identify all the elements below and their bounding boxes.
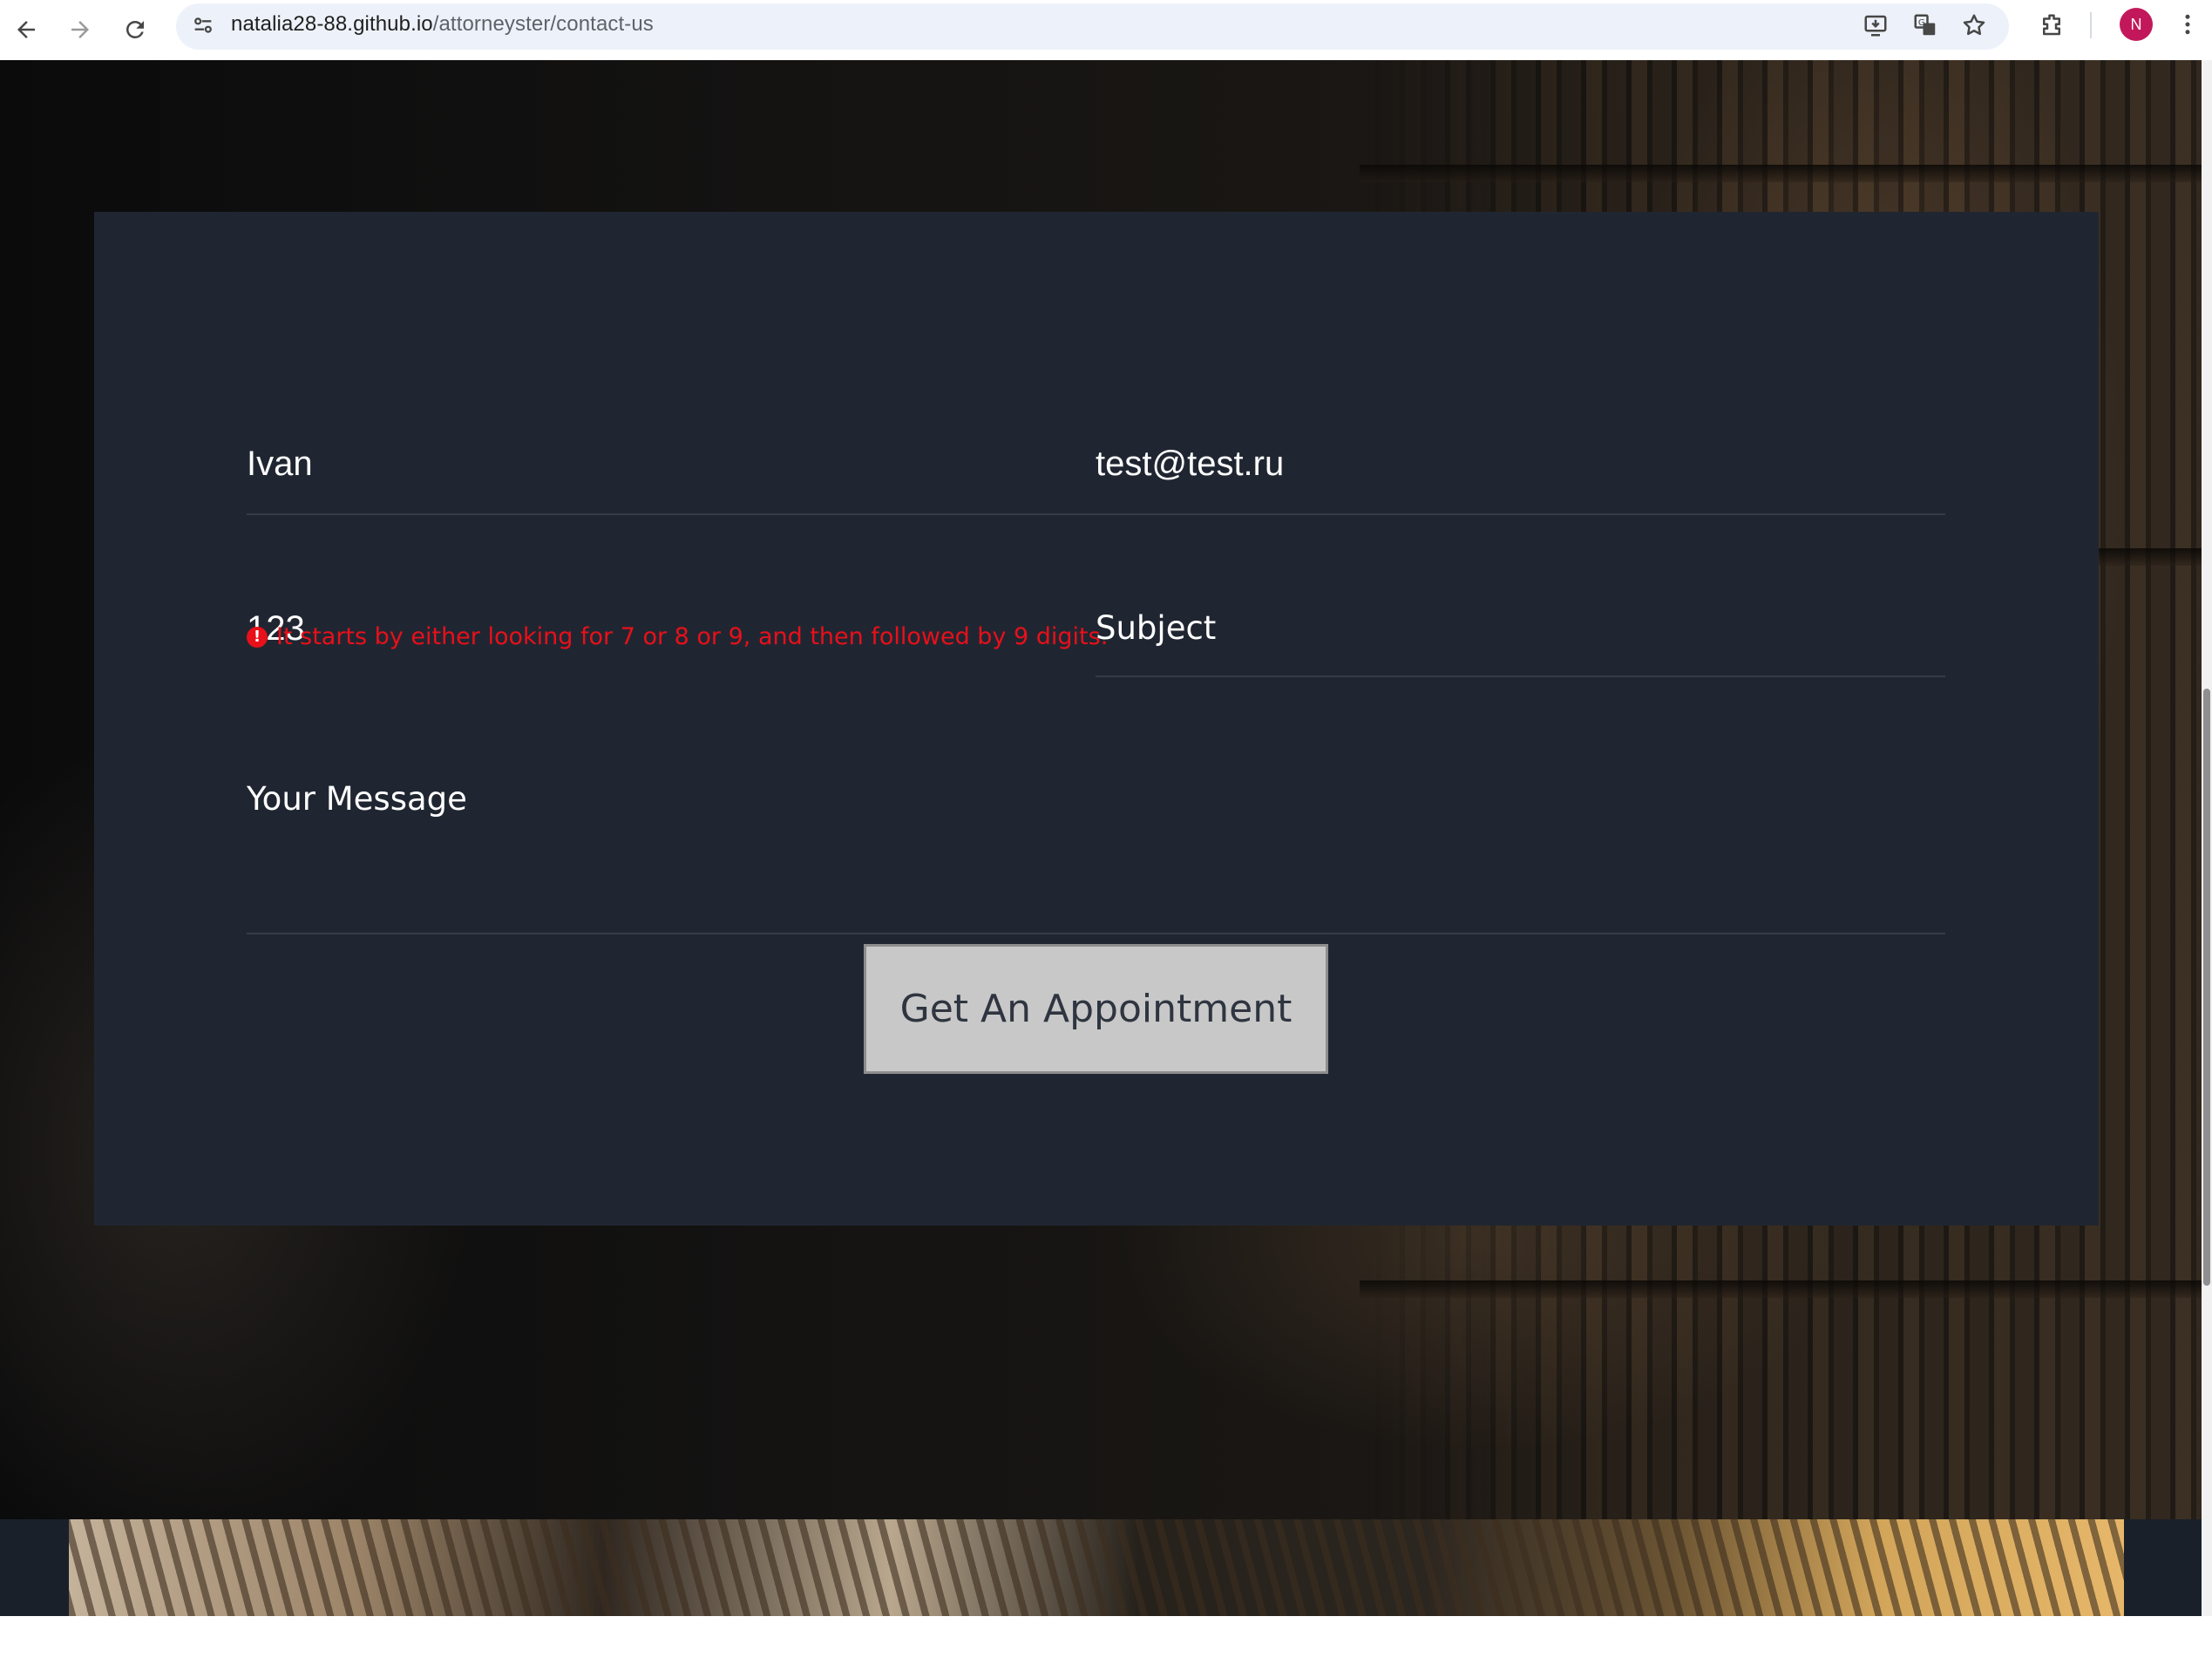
message-textarea[interactable]: Your Message	[247, 717, 1945, 934]
get-appointment-button[interactable]: Get An Appointment	[864, 944, 1328, 1074]
subject-placeholder: Subject	[1096, 609, 1217, 647]
name-field[interactable]: Ivan	[247, 373, 1096, 515]
translate-icon[interactable]: G	[1910, 10, 1941, 41]
url-path: /attorneyster/contact-us	[432, 12, 654, 36]
reload-button[interactable]	[116, 10, 154, 49]
bookmark-star-icon[interactable]	[1958, 10, 1990, 41]
shelf-line	[1360, 165, 2202, 182]
arrow-right-icon	[71, 21, 89, 38]
extensions-icon[interactable]	[2036, 10, 2067, 41]
name-value: Ivan	[247, 445, 313, 483]
forward-button[interactable]	[61, 10, 99, 49]
message-placeholder: Your Message	[247, 780, 467, 818]
shelf-line	[1360, 1280, 2202, 1298]
svg-text:G: G	[1918, 18, 1925, 28]
site-info-icon[interactable]	[188, 10, 218, 40]
page-content: Ivan test@test.ru 123 Subject Your Messa…	[0, 60, 2202, 1616]
browser-toolbar: natalia28-88.github.io/attorneyster/cont…	[0, 0, 2212, 60]
architecture-image	[69, 1519, 2124, 1616]
phone-error-text: It starts by either looking for 7 or 8 o…	[276, 623, 1109, 650]
more-menu-icon[interactable]	[2172, 9, 2203, 40]
phone-error-message: ! It starts by either looking for 7 or 8…	[247, 623, 1108, 650]
contact-form: Ivan test@test.ru 123 Subject Your Messa…	[94, 212, 2099, 1226]
arrow-left-icon	[17, 21, 35, 38]
scrollbar-thumb[interactable]	[2203, 689, 2210, 1286]
email-value: test@test.ru	[1096, 445, 1285, 483]
install-app-icon[interactable]	[1860, 10, 1891, 41]
error-icon: !	[247, 626, 268, 648]
reload-icon	[126, 21, 144, 38]
url-text[interactable]: natalia28-88.github.io/attorneyster/cont…	[231, 12, 654, 37]
page-bottom	[0, 1616, 2212, 1664]
back-button[interactable]	[7, 10, 45, 49]
email-field[interactable]: test@test.ru	[1096, 373, 1945, 515]
profile-avatar[interactable]: N	[2120, 8, 2153, 41]
subject-field[interactable]: Subject	[1096, 536, 1945, 677]
phone-field[interactable]: 123	[247, 536, 1096, 677]
url-domain: natalia28-88.github.io	[231, 12, 433, 36]
toolbar-separator	[2090, 12, 2092, 38]
